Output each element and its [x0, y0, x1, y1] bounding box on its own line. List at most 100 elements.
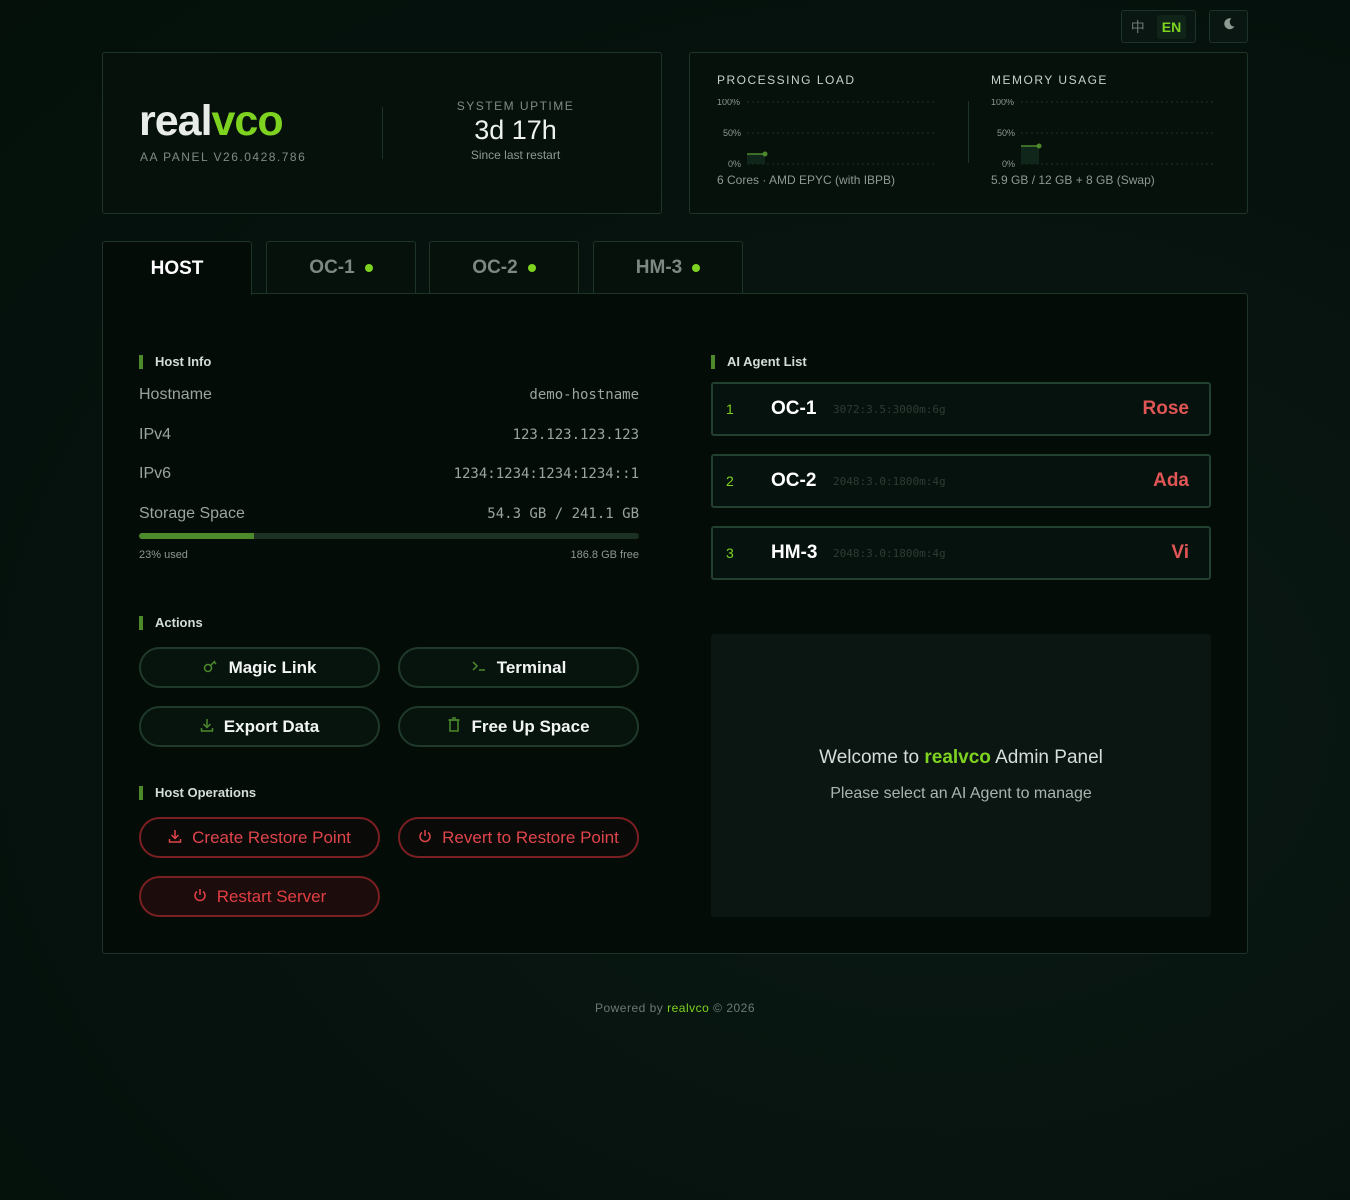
online-status-dot: [527, 264, 536, 272]
cpu-y-0: 0%: [728, 159, 741, 167]
memory-stat: MEMORY USAGE 100% 50% 0% 5.9 GB / 12 GB …: [991, 73, 1216, 187]
agent-row-hm-3[interactable]: 3 HM-3 2048:3.0:1800m:4g Vi: [711, 526, 1211, 580]
power-icon: [418, 828, 432, 848]
divider: [968, 101, 969, 163]
info-row-storage: Storage Space 54.3 GB / 241.1 GB: [139, 505, 639, 523]
moon-icon: [1222, 17, 1236, 36]
cpu-fill: [747, 154, 765, 164]
tab-label: OC-2: [472, 257, 518, 278]
info-row-hostname: Hostname demo-hostname: [139, 386, 639, 404]
magic-link-button[interactable]: Magic Link: [139, 647, 380, 688]
mem-y-50: 50%: [997, 128, 1015, 138]
lang-en-option[interactable]: EN: [1156, 14, 1187, 39]
agent-spec: 2048:3.0:1800m:4g: [833, 546, 946, 560]
storage-used-label: 23% used: [139, 549, 188, 561]
info-key: IPv4: [139, 426, 172, 443]
tab-oc-2[interactable]: OC-2: [429, 241, 579, 294]
welcome-title: Welcome to realvco Admin Panel: [819, 747, 1103, 768]
cpu-title: PROCESSING LOAD: [717, 73, 856, 87]
agent-owner: Ada: [1153, 470, 1189, 491]
button-label: Export Data: [223, 716, 320, 736]
key-icon: [203, 658, 219, 678]
agent-row-oc-2[interactable]: 2 OC-2 2048:3.0:1800m:4g Ada: [711, 454, 1211, 508]
cpu-footer: 6 Cores · AMD EPYC (with IBPB): [717, 173, 896, 187]
agent-index: 1: [726, 401, 734, 417]
cpu-point: [762, 151, 768, 157]
terminal-button[interactable]: Terminal: [398, 647, 639, 688]
actions-title: Actions: [139, 616, 203, 630]
tab-label: HOST: [150, 257, 204, 279]
host-panel: Host Info Hostname demo-hostname IPv4 12…: [102, 293, 1248, 954]
cpu-stat: PROCESSING LOAD 100% 50% 0% 6 Cores · AM…: [717, 73, 937, 187]
memory-sparkline: 100% 50% 0%: [991, 99, 1216, 167]
info-row-ipv6: IPv6 1234:1234:1234:1234::1: [139, 465, 639, 483]
cpu-y-100: 100%: [717, 99, 740, 107]
language-toggle[interactable]: 中 EN: [1121, 10, 1196, 43]
panel-version: AA PANEL V26.0428.786: [140, 150, 307, 164]
button-label: Create Restore Point: [192, 827, 351, 847]
terminal-icon: [471, 658, 487, 678]
divider: [382, 107, 383, 159]
storage-progress-fill: [139, 533, 254, 539]
online-status-dot: [364, 264, 373, 272]
tab-label: HM-3: [635, 257, 683, 278]
trash-icon: [447, 716, 461, 737]
memory-chart: 100% 50% 0%: [991, 99, 1216, 167]
button-label: Restart Server: [216, 886, 327, 906]
storage-meta: 23% used 186.8 GB free: [139, 549, 639, 561]
revert-restore-point-button[interactable]: Revert to Restore Point: [398, 817, 639, 858]
brand-card: realvco AA PANEL V26.0428.786 SYSTEM UPT…: [102, 52, 662, 214]
uptime-value: 3d 17h: [474, 115, 557, 145]
memory-title: MEMORY USAGE: [991, 73, 1108, 87]
agent-list-title: AI Agent List: [711, 355, 807, 369]
download-icon: [200, 717, 214, 737]
welcome-panel: Welcome to realvco Admin Panel Please se…: [711, 634, 1211, 917]
uptime-sub: Since last restart: [470, 148, 561, 162]
info-value: demo-hostname: [529, 387, 639, 403]
power-icon: [193, 887, 207, 907]
info-value: 1234:1234:1234:1234::1: [453, 466, 639, 482]
footer-brand-link[interactable]: realvco: [667, 1001, 709, 1015]
create-restore-point-button[interactable]: Create Restore Point: [139, 817, 380, 858]
button-label: Free Up Space: [471, 716, 590, 736]
cpu-chart: 100% 50% 0%: [717, 99, 937, 167]
agent-index: 3: [726, 545, 734, 561]
restart-server-button[interactable]: Restart Server: [139, 876, 380, 917]
stats-card: PROCESSING LOAD 100% 50% 0% 6 Cores · AM…: [689, 52, 1248, 214]
tab-oc-1[interactable]: OC-1: [266, 241, 416, 294]
logo: realvco: [139, 97, 284, 145]
uptime-block: SYSTEM UPTIME 3d 17h Since last restart: [403, 99, 628, 162]
tab-hm-3[interactable]: HM-3: [593, 241, 743, 294]
tab-host[interactable]: HOST: [102, 241, 252, 295]
uptime-label: SYSTEM UPTIME: [456, 99, 575, 113]
agent-spec: 3072:3.5:3000m:6g: [833, 402, 946, 416]
welcome-subtitle: Please select an AI Agent to manage: [830, 785, 1092, 802]
footer: Powered by realvco © 2026: [594, 1001, 756, 1015]
cpu-sparkline: 100% 50% 0%: [717, 99, 937, 167]
info-value: 54.3 GB / 241.1 GB: [487, 506, 639, 522]
mem-y-0: 0%: [1002, 159, 1015, 167]
tab-label: OC-1: [309, 257, 355, 278]
info-row-ipv4: IPv4 123.123.123.123: [139, 426, 639, 444]
info-value: 123.123.123.123: [512, 427, 639, 443]
mem-y-100: 100%: [991, 99, 1014, 107]
cpu-y-50: 50%: [723, 128, 741, 138]
info-key: Storage Space: [139, 505, 245, 522]
info-key: Hostname: [139, 386, 212, 403]
theme-toggle-button[interactable]: [1209, 10, 1248, 43]
info-key: IPv6: [139, 465, 172, 482]
agent-index: 2: [726, 473, 734, 489]
agent-name: OC-1: [771, 398, 817, 419]
host-operations-title: Host Operations: [139, 786, 256, 800]
memory-fill: [1021, 146, 1039, 164]
agent-spec: 2048:3.0:1800m:4g: [833, 474, 946, 488]
agent-name: OC-2: [771, 470, 817, 491]
lang-zh-option[interactable]: 中: [1131, 17, 1145, 37]
button-label: Magic Link: [228, 657, 317, 677]
agent-row-oc-1[interactable]: 1 OC-1 3072:3.5:3000m:6g Rose: [711, 382, 1211, 436]
memory-footer: 5.9 GB / 12 GB + 8 GB (Swap): [991, 173, 1155, 187]
free-up-space-button[interactable]: Free Up Space: [398, 706, 639, 747]
export-data-button[interactable]: Export Data: [139, 706, 380, 747]
download-icon: [168, 828, 182, 848]
agent-name: HM-3: [771, 542, 818, 563]
